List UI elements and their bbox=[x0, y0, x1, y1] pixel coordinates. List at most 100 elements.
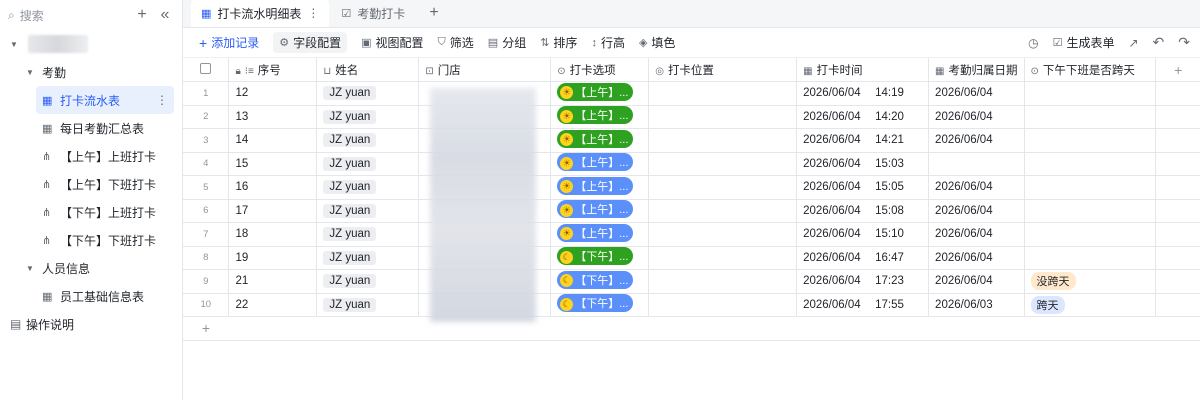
sidebar-item[interactable]: ▦ 员工基础信息表 bbox=[36, 282, 174, 310]
sort-button[interactable]: ⇅ 排序 bbox=[540, 34, 577, 51]
row-number[interactable]: 5 bbox=[183, 175, 230, 200]
cell-attendance-date[interactable]: 2026/06/04 bbox=[928, 175, 1025, 200]
cell-punch-location[interactable] bbox=[648, 293, 798, 317]
cell-cross-day[interactable]: 跨天 bbox=[1024, 293, 1157, 317]
column-header-punch-location[interactable]: ◎ 打卡位置 bbox=[648, 58, 798, 82]
add-tab-icon[interactable]: + bbox=[417, 0, 450, 27]
row-number[interactable]: 1 bbox=[183, 81, 230, 106]
cell-cross-day[interactable]: 没跨天 bbox=[1024, 269, 1157, 294]
collapse-icon[interactable]: « bbox=[156, 6, 174, 24]
cell-cross-day[interactable] bbox=[1024, 175, 1157, 200]
cell-seq[interactable]: 22 bbox=[228, 293, 318, 317]
column-header-attendance-date[interactable]: ▦ 考勤归属日期 bbox=[928, 58, 1025, 82]
cell-seq[interactable]: 16 bbox=[228, 175, 318, 200]
row-number[interactable]: 9 bbox=[183, 269, 230, 294]
cell-punch-location[interactable] bbox=[648, 105, 798, 129]
cell-punch-location[interactable] bbox=[648, 246, 798, 270]
row-number[interactable]: 7 bbox=[183, 222, 230, 247]
cell-punch-location[interactable] bbox=[648, 269, 798, 294]
cell-punch-option[interactable]: ☀ 【上午】... bbox=[550, 175, 650, 200]
cell-punch-option[interactable]: ☀ 【上午】... bbox=[550, 128, 650, 153]
row-number[interactable]: 10 bbox=[183, 293, 230, 317]
cell-punch-option[interactable]: ☾ 【下午】... bbox=[550, 269, 650, 294]
table-row[interactable]: 1 12 JZ yuan ☀ 【上午】... 2026/06/04 14:19 20… bbox=[183, 81, 1200, 106]
cell-punch-time[interactable]: 2026/06/04 15:10 bbox=[796, 222, 930, 247]
cell-cross-day[interactable] bbox=[1024, 246, 1157, 270]
sidebar-item[interactable]: ⋔ 【上午】下班打卡 bbox=[36, 170, 174, 198]
cell-punch-option[interactable]: ☀ 【上午】... bbox=[550, 152, 650, 176]
column-header-name[interactable]: ⊔ 姓名 bbox=[316, 58, 420, 82]
cell-name[interactable]: JZ yuan bbox=[316, 199, 420, 223]
row-number[interactable]: 6 bbox=[183, 199, 230, 223]
cell-punch-time[interactable]: 2026/06/04 14:20 bbox=[796, 105, 930, 129]
filter-button[interactable]: ⛉ 筛选 bbox=[438, 34, 474, 51]
view-config-button[interactable]: ▣ 视图配置 bbox=[361, 34, 423, 51]
column-header-store[interactable]: ⊡ 门店 bbox=[418, 58, 552, 82]
table-row[interactable]: 6 17 JZ yuan ☀ 【上午】... 2026/06/04 15:08 20… bbox=[183, 199, 1200, 223]
cell-punch-time[interactable]: 2026/06/04 16:47 bbox=[796, 246, 930, 270]
select-all-checkbox[interactable] bbox=[183, 58, 230, 82]
sidebar-item[interactable]: ⋔ 【上午】上班打卡 bbox=[36, 142, 174, 170]
share-icon[interactable]: ↗ bbox=[1128, 36, 1138, 50]
group-button[interactable]: ▤ 分组 bbox=[488, 34, 526, 51]
cell-punch-time[interactable]: 2026/06/04 14:21 bbox=[796, 128, 930, 153]
caret-down-icon[interactable]: ▼ bbox=[8, 40, 20, 49]
cell-seq[interactable]: 14 bbox=[228, 128, 318, 153]
cell-name[interactable]: JZ yuan bbox=[316, 293, 420, 317]
cell-cross-day[interactable] bbox=[1024, 81, 1157, 106]
cell-seq[interactable]: 13 bbox=[228, 105, 318, 129]
row-number[interactable]: 4 bbox=[183, 152, 230, 176]
cell-seq[interactable]: 15 bbox=[228, 152, 318, 176]
cell-punch-time[interactable]: 2026/06/04 17:23 bbox=[796, 269, 930, 294]
cell-cross-day[interactable] bbox=[1024, 105, 1157, 129]
cell-punch-time[interactable]: 2026/06/04 15:03 bbox=[796, 152, 930, 176]
caret-down-icon[interactable]: ▼ bbox=[24, 68, 36, 77]
table-row[interactable]: 5 16 JZ yuan ☀ 【上午】... 2026/06/04 15:05 20… bbox=[183, 175, 1200, 200]
cell-punch-option[interactable]: ☾ 【下午】... bbox=[550, 293, 650, 317]
sidebar-item[interactable]: ⋔ 【下午】上班打卡 bbox=[36, 198, 174, 226]
row-number[interactable]: 3 bbox=[183, 128, 230, 153]
cell-name[interactable]: JZ yuan bbox=[316, 105, 420, 129]
tab-punch-detail[interactable]: ▦ 打卡流水明细表 ⋮ bbox=[191, 0, 330, 27]
add-row-icon[interactable]: + bbox=[183, 316, 229, 341]
cell-attendance-date[interactable]: 2026/06/03 bbox=[928, 293, 1025, 317]
cell-name[interactable]: JZ yuan bbox=[316, 81, 420, 106]
table-row[interactable]: 7 18 JZ yuan ☀ 【上午】... 2026/06/04 15:10 20… bbox=[183, 222, 1200, 247]
cell-punch-option[interactable]: ☾ 【下午】... bbox=[550, 246, 650, 270]
add-icon[interactable]: + bbox=[133, 6, 151, 24]
cell-name[interactable]: JZ yuan bbox=[316, 246, 420, 270]
more-icon[interactable]: ⋮ bbox=[307, 6, 319, 20]
add-record-button[interactable]: + 添加记录 bbox=[199, 34, 259, 51]
cell-seq[interactable]: 18 bbox=[228, 222, 318, 247]
table-row[interactable]: 3 14 JZ yuan ☀ 【上午】... 2026/06/04 14:21 20… bbox=[183, 128, 1200, 153]
workspace-row[interactable]: ▼ bbox=[0, 30, 182, 58]
column-header-punch-option[interactable]: ⊙ 打卡选项 bbox=[550, 58, 650, 82]
doc-item[interactable]: ▤ 操作说明 bbox=[0, 310, 182, 338]
cell-punch-location[interactable] bbox=[648, 222, 798, 247]
cell-seq[interactable]: 12 bbox=[228, 81, 318, 106]
cell-punch-location[interactable] bbox=[648, 152, 798, 176]
table-row[interactable]: 9 21 JZ yuan ☾ 【下午】... 2026/06/04 17:23 20… bbox=[183, 269, 1200, 294]
sidebar-item[interactable]: ▦ 每日考勤汇总表 bbox=[36, 114, 174, 142]
caret-down-icon[interactable]: ▼ bbox=[24, 264, 36, 273]
table-row[interactable]: 10 22 JZ yuan ☾ 【下午】... 2026/06/04 17:55 2… bbox=[183, 293, 1200, 317]
redo-icon[interactable]: ↷ bbox=[1178, 34, 1190, 51]
cell-attendance-date[interactable]: 2026/06/04 bbox=[928, 199, 1025, 223]
row-number[interactable]: 8 bbox=[183, 246, 230, 270]
add-column-icon[interactable]: + bbox=[1155, 58, 1200, 82]
column-header-punch-time[interactable]: ▦ 打卡时间 bbox=[796, 58, 930, 82]
add-row[interactable]: + bbox=[183, 316, 1200, 341]
cell-punch-location[interactable] bbox=[648, 199, 798, 223]
cell-punch-time[interactable]: 2026/06/04 15:08 bbox=[796, 199, 930, 223]
column-header-cross-day[interactable]: ⊙ 下午下班是否跨天 bbox=[1024, 58, 1157, 82]
cell-attendance-date[interactable]: 2026/06/04 bbox=[928, 246, 1025, 270]
undo-icon[interactable]: ↶ bbox=[1153, 34, 1165, 51]
history-icon[interactable]: ◷ bbox=[1028, 36, 1038, 50]
cell-name[interactable]: JZ yuan bbox=[316, 222, 420, 247]
cell-name[interactable]: JZ yuan bbox=[316, 152, 420, 176]
table-row[interactable]: 8 19 JZ yuan ☾ 【下午】... 2026/06/04 16:47 20… bbox=[183, 246, 1200, 270]
cell-name[interactable]: JZ yuan bbox=[316, 128, 420, 153]
cell-punch-option[interactable]: ☀ 【上午】... bbox=[550, 81, 650, 106]
cell-attendance-date[interactable]: 2026/06/04 bbox=[928, 128, 1025, 153]
fill-color-button[interactable]: ◈ 填色 bbox=[639, 34, 675, 51]
